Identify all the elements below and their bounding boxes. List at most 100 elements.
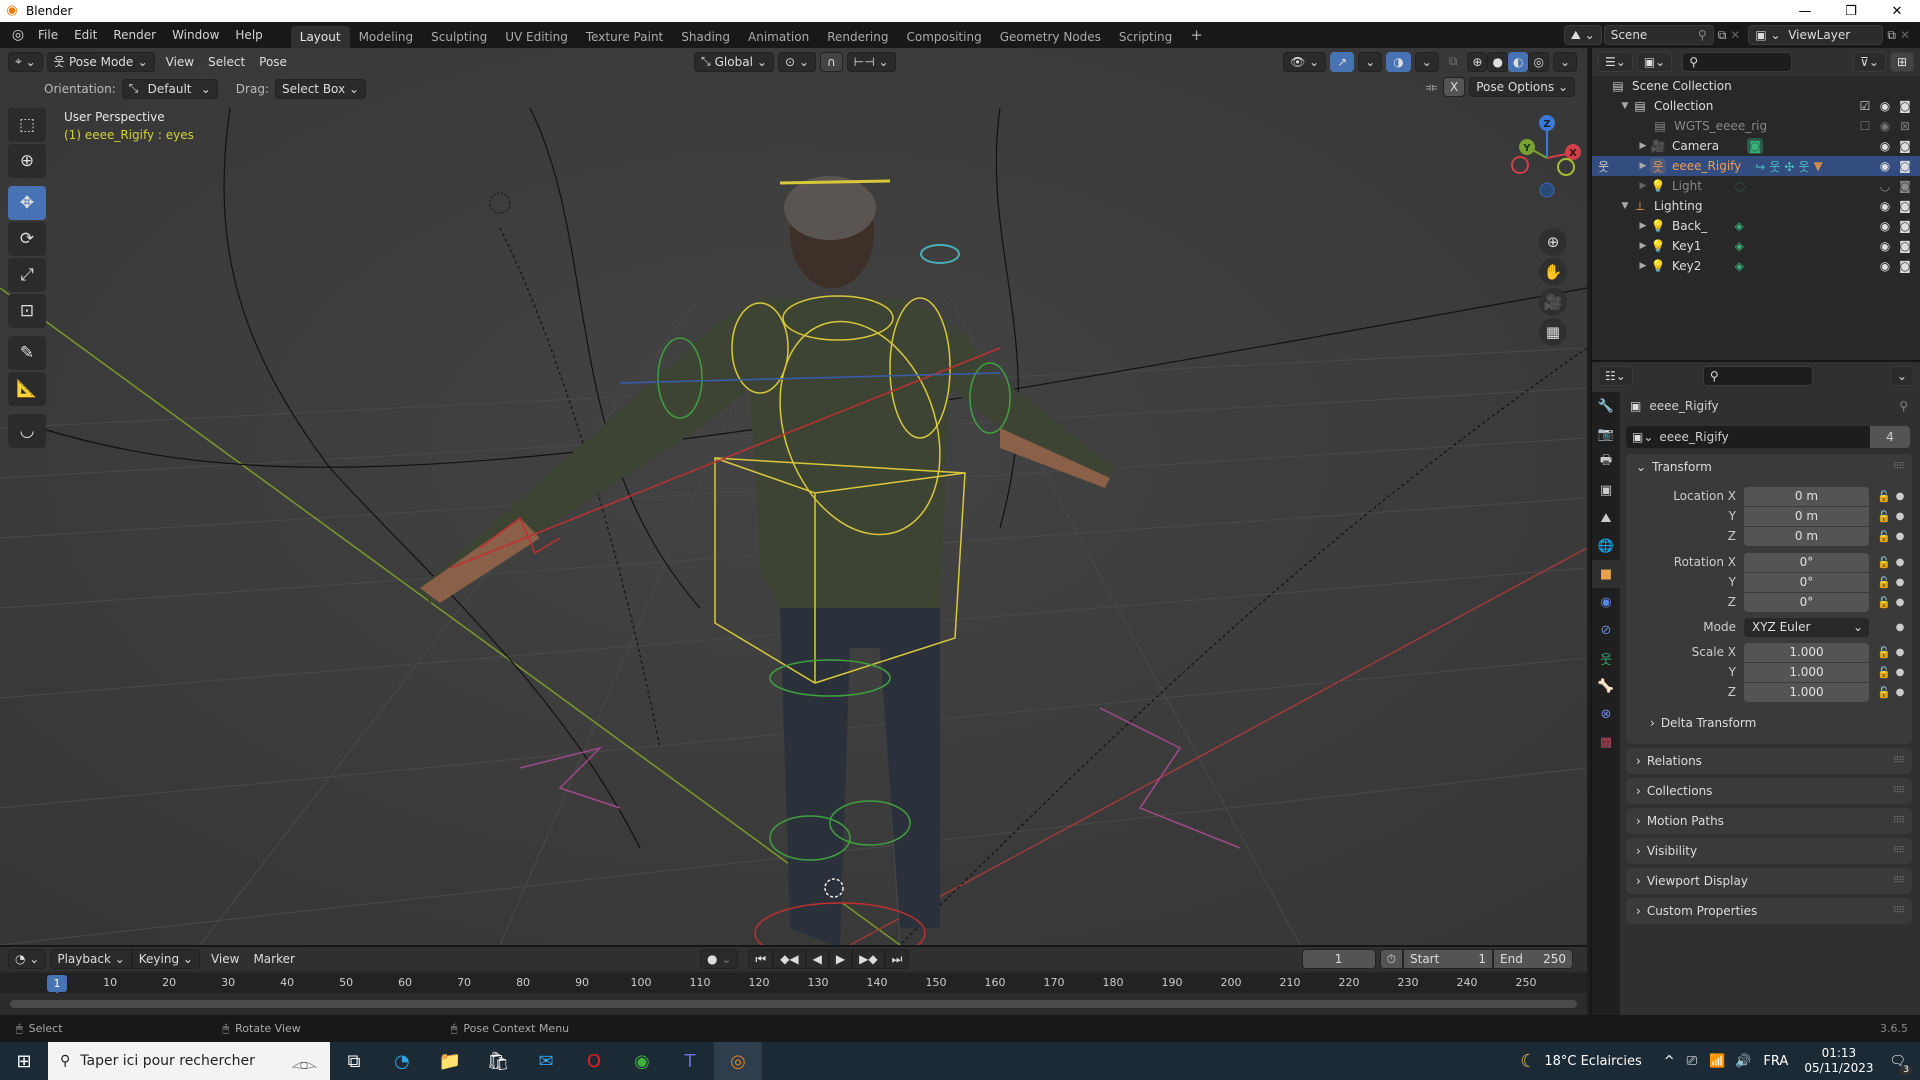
tab-modeling[interactable]: Modeling: [350, 26, 423, 48]
relations-panel-header[interactable]: › Relations ⠿⠿: [1626, 748, 1912, 774]
transform-panel-header[interactable]: ⌄ Transform ⠿⠿: [1626, 454, 1912, 480]
object-type-dropdown[interactable]: ▣⌄: [1626, 430, 1659, 444]
tree-row-lighting[interactable]: ▼ ⊥ Lighting ◉ ◙: [1592, 196, 1920, 216]
menu-edit[interactable]: Edit: [66, 28, 105, 42]
file-explorer-app[interactable]: 📁: [426, 1042, 474, 1080]
drag-handle-icon[interactable]: ⠿⠿: [1893, 462, 1905, 472]
light-data-icon[interactable]: ◈: [1731, 218, 1747, 234]
rotation-x-field[interactable]: 0°: [1744, 552, 1869, 572]
eye-icon[interactable]: ◉: [1878, 119, 1892, 133]
render-camera-icon[interactable]: ◙: [1898, 239, 1912, 253]
location-y-field[interactable]: 0 m: [1744, 506, 1869, 526]
shading-dropdown[interactable]: ⌄: [1552, 51, 1577, 72]
scale-tool[interactable]: ⤢: [8, 258, 46, 292]
location-x-field[interactable]: 0 m: [1744, 486, 1869, 506]
new-collection-button[interactable]: ⊞: [1889, 52, 1914, 72]
navigation-gizmo[interactable]: Z Y X ⊕ ✋ 🎥 ▦: [1467, 108, 1587, 346]
tree-row-key2[interactable]: ▶ 💡 Key2 ◈ ◉ ◙: [1592, 256, 1920, 276]
drag-handle-icon[interactable]: ⠿⠿: [1893, 906, 1905, 916]
menu-file[interactable]: File: [30, 28, 66, 42]
keyframe-dot-icon[interactable]: ●: [1895, 647, 1905, 658]
mode-dropdown[interactable]: 웃 Pose Mode ⌄: [46, 51, 155, 72]
new-view-layer-icon[interactable]: ⧉: [1887, 28, 1896, 43]
lock-icon[interactable]: 🔓: [1873, 556, 1895, 569]
pose-options-dropdown[interactable]: Pose Options ⌄: [1469, 77, 1575, 97]
keyframe-dot-icon[interactable]: ●: [1895, 667, 1905, 678]
tab-tool[interactable]: 🔧: [1592, 392, 1620, 420]
teams-app[interactable]: T: [666, 1042, 714, 1080]
light-data-icon[interactable]: ◈: [1731, 258, 1747, 274]
modifier-icon[interactable]: ▼: [1813, 159, 1822, 173]
keyframe-dot-icon[interactable]: ●: [1895, 557, 1905, 568]
blender-app[interactable]: ◎: [714, 1042, 762, 1080]
3d-viewport[interactable]: ⌖ ⌄ 웃 Pose Mode ⌄ View Select Pose ⤡ Glo…: [0, 48, 1587, 945]
scene-type-dropdown[interactable]: ⛰ ⌄: [1563, 25, 1602, 45]
rotate-tool[interactable]: ⟳: [8, 222, 46, 256]
tree-row-eeee-rigify[interactable]: 웃 ▶ 웃 eeee_Rigify ↪웃✣웃 ▼ ◉ ◙: [1592, 156, 1920, 176]
keyframe-dot-icon[interactable]: ●: [1895, 687, 1905, 698]
outliner-editor-type[interactable]: ☰ ⌄: [1598, 52, 1633, 72]
add-workspace-button[interactable]: +: [1181, 22, 1212, 48]
gizmo-toggle[interactable]: ↗: [1330, 51, 1355, 72]
lock-icon[interactable]: 🔓: [1873, 666, 1895, 679]
expand-toggle[interactable]: ▶: [1636, 221, 1650, 231]
keyframe-dot-icon[interactable]: ●: [1895, 491, 1905, 502]
delete-scene-icon[interactable]: ✕: [1730, 28, 1740, 42]
gizmo-neg-z[interactable]: [1539, 182, 1555, 198]
shading-wireframe[interactable]: ⊕: [1467, 51, 1488, 72]
lock-icon[interactable]: 🔓: [1873, 490, 1895, 503]
expand-toggle[interactable]: ▶: [1636, 141, 1650, 151]
keyframe-dot-icon[interactable]: ●: [1895, 622, 1905, 633]
lock-icon[interactable]: 🔓: [1873, 596, 1895, 609]
camera-data-icon[interactable]: ◙: [1747, 138, 1764, 154]
tab-bone-constraints[interactable]: ⊗: [1592, 700, 1620, 728]
menu-view[interactable]: View: [159, 55, 201, 69]
prev-keyframe-button[interactable]: ◆◀: [773, 949, 806, 969]
transform-tool[interactable]: ⊡: [8, 294, 46, 328]
menu-pose[interactable]: Pose: [252, 55, 294, 69]
eye-icon[interactable]: ◉: [1878, 259, 1892, 273]
exclude-checkbox[interactable]: ☑: [1858, 99, 1872, 113]
exclude-checkbox[interactable]: ☐: [1858, 119, 1872, 133]
timeline-view-menu[interactable]: View: [204, 952, 246, 966]
tab-world[interactable]: 🌐: [1592, 532, 1620, 560]
camera-tray-icon[interactable]: ⎚: [1687, 1054, 1697, 1069]
view-layer-selector[interactable]: ▣ ⌄ ViewLayer: [1748, 25, 1884, 45]
overlays-toggle[interactable]: ◑: [1386, 51, 1411, 72]
tab-compositing[interactable]: Compositing: [897, 26, 990, 48]
tab-view-layer[interactable]: ▣: [1592, 476, 1620, 504]
minimize-button[interactable]: —: [1782, 4, 1828, 19]
tab-object[interactable]: ■: [1592, 560, 1620, 588]
tree-row-back[interactable]: ▶ 💡 Back_ ◈ ◉ ◙: [1592, 216, 1920, 236]
relax-pose-tool[interactable]: ◡: [8, 414, 46, 448]
timeline-track[interactable]: [0, 993, 1587, 1015]
tree-row-wgts[interactable]: ▤ WGTS_eeee_rig ☐ ◉ ⊠: [1592, 116, 1920, 136]
preview-range-toggle[interactable]: ⏱: [1379, 949, 1403, 969]
gizmo-dropdown[interactable]: ⌄: [1358, 51, 1383, 72]
tree-row-camera[interactable]: ▶ 🎥 Camera ◙ ◉ ◙: [1592, 136, 1920, 156]
collections-panel-header[interactable]: › Collections ⠿⠿: [1626, 778, 1912, 804]
light-data-icon[interactable]: ◈: [1731, 238, 1747, 254]
tab-texture-paint[interactable]: Texture Paint: [577, 26, 672, 48]
tab-layout[interactable]: Layout: [290, 26, 350, 48]
shading-rendered[interactable]: ◎: [1528, 51, 1549, 72]
render-camera-icon[interactable]: ◙: [1898, 99, 1912, 113]
tree-row-light[interactable]: ▶ 💡 Light ◌ ◡ ◙: [1592, 176, 1920, 196]
start-button[interactable]: ⊞: [0, 1042, 48, 1080]
drag-handle-icon[interactable]: ⠿⠿: [1893, 816, 1905, 826]
shading-material[interactable]: ◐: [1507, 51, 1529, 72]
task-view-button[interactable]: ⧉: [330, 1042, 378, 1080]
taskbar-search[interactable]: ⚲ Taper ici pour rechercher 𓁹: [48, 1042, 330, 1080]
tab-scene[interactable]: ⛰: [1592, 504, 1620, 532]
keyframe-dot-icon[interactable]: ●: [1895, 531, 1905, 542]
render-camera-icon[interactable]: ◙: [1898, 219, 1912, 233]
delete-view-layer-icon[interactable]: ✕: [1900, 28, 1910, 42]
jump-start-button[interactable]: ⏮: [748, 949, 774, 969]
rotation-mode-dropdown[interactable]: XYZ Euler ⌄: [1744, 617, 1869, 637]
show-hidden-icons[interactable]: ^: [1664, 1054, 1675, 1069]
visibility-panel-header[interactable]: › Visibility ⠿⠿: [1626, 838, 1912, 864]
maximize-button[interactable]: ❐: [1828, 4, 1874, 19]
timeline-scrollbar[interactable]: [10, 1000, 1577, 1008]
rotation-y-field[interactable]: 0°: [1744, 572, 1869, 592]
keyframe-dot-icon[interactable]: ●: [1895, 511, 1905, 522]
